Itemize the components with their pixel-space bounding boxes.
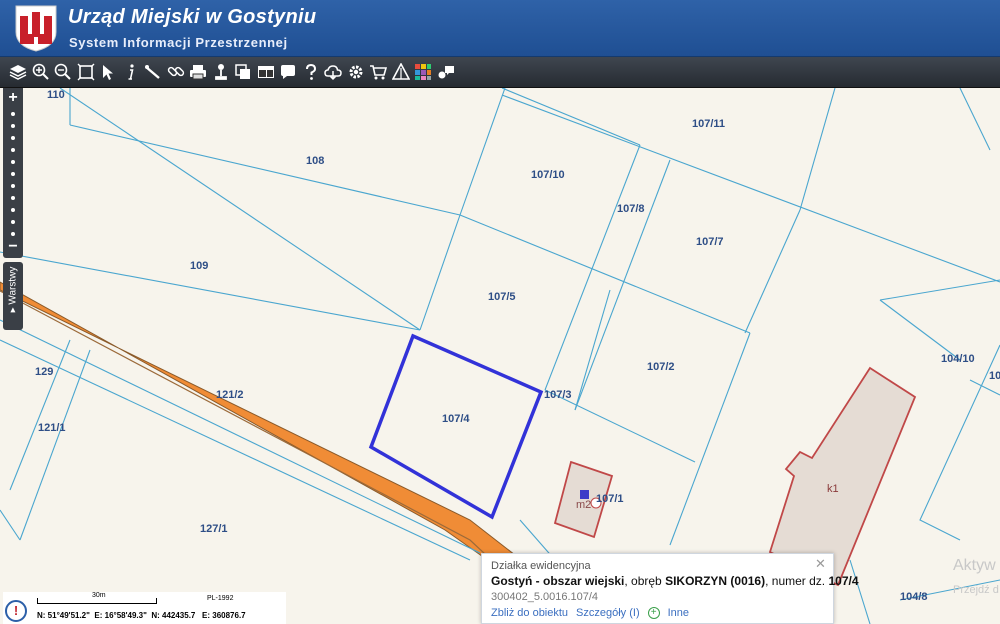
more-link[interactable]: Inne: [668, 607, 689, 619]
link-icon[interactable]: [165, 60, 187, 84]
zoom-to-object-link[interactable]: Zbliż do obiektu: [491, 607, 568, 619]
parcel-label: 107/2: [647, 361, 675, 373]
building-label: k1: [827, 483, 839, 495]
parcel-label: 107/7: [696, 236, 724, 248]
zoom-extent-icon[interactable]: [75, 60, 97, 84]
zoom-level-dot[interactable]: [11, 232, 15, 236]
popup-parcel-description: Gostyń - obszar wiejski, obręb SIKORZYN …: [491, 574, 859, 588]
parcel-label-selected: 107/4: [442, 413, 470, 425]
zoom-level-dot[interactable]: [11, 172, 15, 176]
parcel-label: 107/5: [488, 291, 516, 303]
northing: N: 442435.7: [151, 611, 196, 620]
zoom-level-dot[interactable]: [11, 148, 15, 152]
parcel-label: 108: [306, 155, 324, 167]
zoom-out-icon[interactable]: [52, 60, 74, 84]
easting: E: 360876.7: [202, 611, 246, 620]
app-subtitle: System Informacji Przestrzennej: [69, 35, 288, 50]
zoom-slider[interactable]: + −: [3, 88, 23, 258]
print-icon[interactable]: [187, 60, 209, 84]
parcel-label: 107/1: [596, 493, 624, 505]
parcel-label: 107/10: [531, 169, 565, 181]
app-title: Urząd Miejski w Gostyniu: [68, 6, 317, 28]
info-icon[interactable]: [120, 60, 142, 84]
details-link[interactable]: Szczegóły (I): [576, 607, 640, 619]
zoom-level-dot[interactable]: [11, 220, 15, 224]
parcel-label: 107/3: [544, 389, 572, 401]
parcel-label: 10: [989, 370, 1000, 382]
zoom-level-dot[interactable]: [11, 124, 15, 128]
coordinates-readout: N: 51°49'51.2" E: 16°58'49.3" N: 442435.…: [37, 611, 246, 620]
select-arrow-icon[interactable]: [97, 60, 119, 84]
triangle-icon[interactable]: [390, 60, 412, 84]
help-icon[interactable]: [300, 60, 322, 84]
layers-tab-text: Warstwy: [7, 266, 19, 305]
zoom-level-dot[interactable]: [11, 208, 15, 212]
popup-number: 107/4: [828, 574, 859, 588]
crs-label: PL-1992: [207, 595, 234, 602]
app-header: Urząd Miejski w Gostyniu System Informac…: [0, 0, 1000, 57]
parcel-label: 121/1: [38, 422, 66, 434]
parcel-label: 104/8: [900, 591, 928, 603]
zoom-plus-button[interactable]: +: [3, 89, 23, 107]
longitude: E: 16°58'49.3": [94, 611, 147, 620]
parcel-label: 127/1: [200, 523, 228, 535]
color-grid-icon[interactable]: [412, 60, 434, 84]
map-toolbar: [0, 57, 1000, 88]
popup-precinct: SIKORZYN (0016): [665, 574, 766, 588]
parcel-label: 107/11: [692, 118, 725, 130]
scale-bar: [37, 598, 157, 604]
popup-parcel-id: 300402_5.0016.107/4: [491, 591, 599, 603]
popup-precinct-label: , obręb: [624, 574, 666, 588]
parcel-label: 109: [190, 260, 208, 272]
zoom-level-dot[interactable]: [11, 136, 15, 140]
popup-place: Gostyń - obszar wiejski: [491, 574, 625, 588]
popup-number-label: , numer dz.: [765, 574, 826, 588]
parcel-label: 121/2: [216, 389, 244, 401]
parcel-label: 104/10: [941, 353, 975, 365]
parcel-label: 129: [35, 366, 53, 378]
copy-icon[interactable]: [232, 60, 254, 84]
building-label: m2: [576, 499, 591, 511]
parcel-info-popup: ✕ Działka ewidencyjna Gostyń - obszar wi…: [481, 553, 859, 624]
layers-tab-label: ▸ Warstwy: [7, 266, 19, 313]
parcel-label: 107/8: [617, 203, 645, 215]
chat-icon[interactable]: [435, 60, 457, 84]
latitude: N: 51°49'51.2": [37, 611, 90, 620]
city-crest-logo: [15, 5, 57, 52]
settings-icon[interactable]: [345, 60, 367, 84]
plus-icon[interactable]: +: [647, 607, 660, 619]
zoom-in-icon[interactable]: [30, 60, 52, 84]
cloud-icon[interactable]: [322, 60, 344, 84]
speech-bubble-icon[interactable]: [277, 60, 299, 84]
popup-object-type: Działka ewidencyjna: [491, 560, 591, 572]
alert-icon[interactable]: !: [5, 600, 27, 622]
zoom-level-dot[interactable]: [11, 196, 15, 200]
zoom-level-dot[interactable]: [11, 160, 15, 164]
window-icon[interactable]: [255, 60, 277, 84]
zoom-level-dot[interactable]: [11, 184, 15, 188]
activation-watermark: Aktyw: [953, 557, 996, 574]
zoom-minus-button[interactable]: −: [3, 238, 23, 256]
activation-watermark-sub: Przejdź d: [953, 584, 999, 596]
zoom-level-dot[interactable]: [11, 112, 15, 116]
parcel-label: 110: [47, 89, 65, 101]
popup-links: Zbliż do obiektu Szczegóły (I) + Inne: [491, 607, 689, 619]
pin-icon[interactable]: [210, 60, 232, 84]
close-icon[interactable]: ✕: [815, 557, 827, 570]
parcel-map: 110 108 107/11 107/10 107/8 107/7 109 10…: [0, 88, 1000, 624]
cart-icon[interactable]: [367, 60, 389, 84]
map-canvas[interactable]: 110 108 107/11 107/10 107/8 107/7 109 10…: [0, 88, 1000, 624]
layers-icon[interactable]: [7, 60, 29, 84]
measure-icon[interactable]: [142, 60, 164, 84]
gis-app: Urząd Miejski w Gostyniu System Informac…: [0, 0, 1000, 624]
layers-tab[interactable]: ▸ Warstwy: [3, 262, 23, 330]
